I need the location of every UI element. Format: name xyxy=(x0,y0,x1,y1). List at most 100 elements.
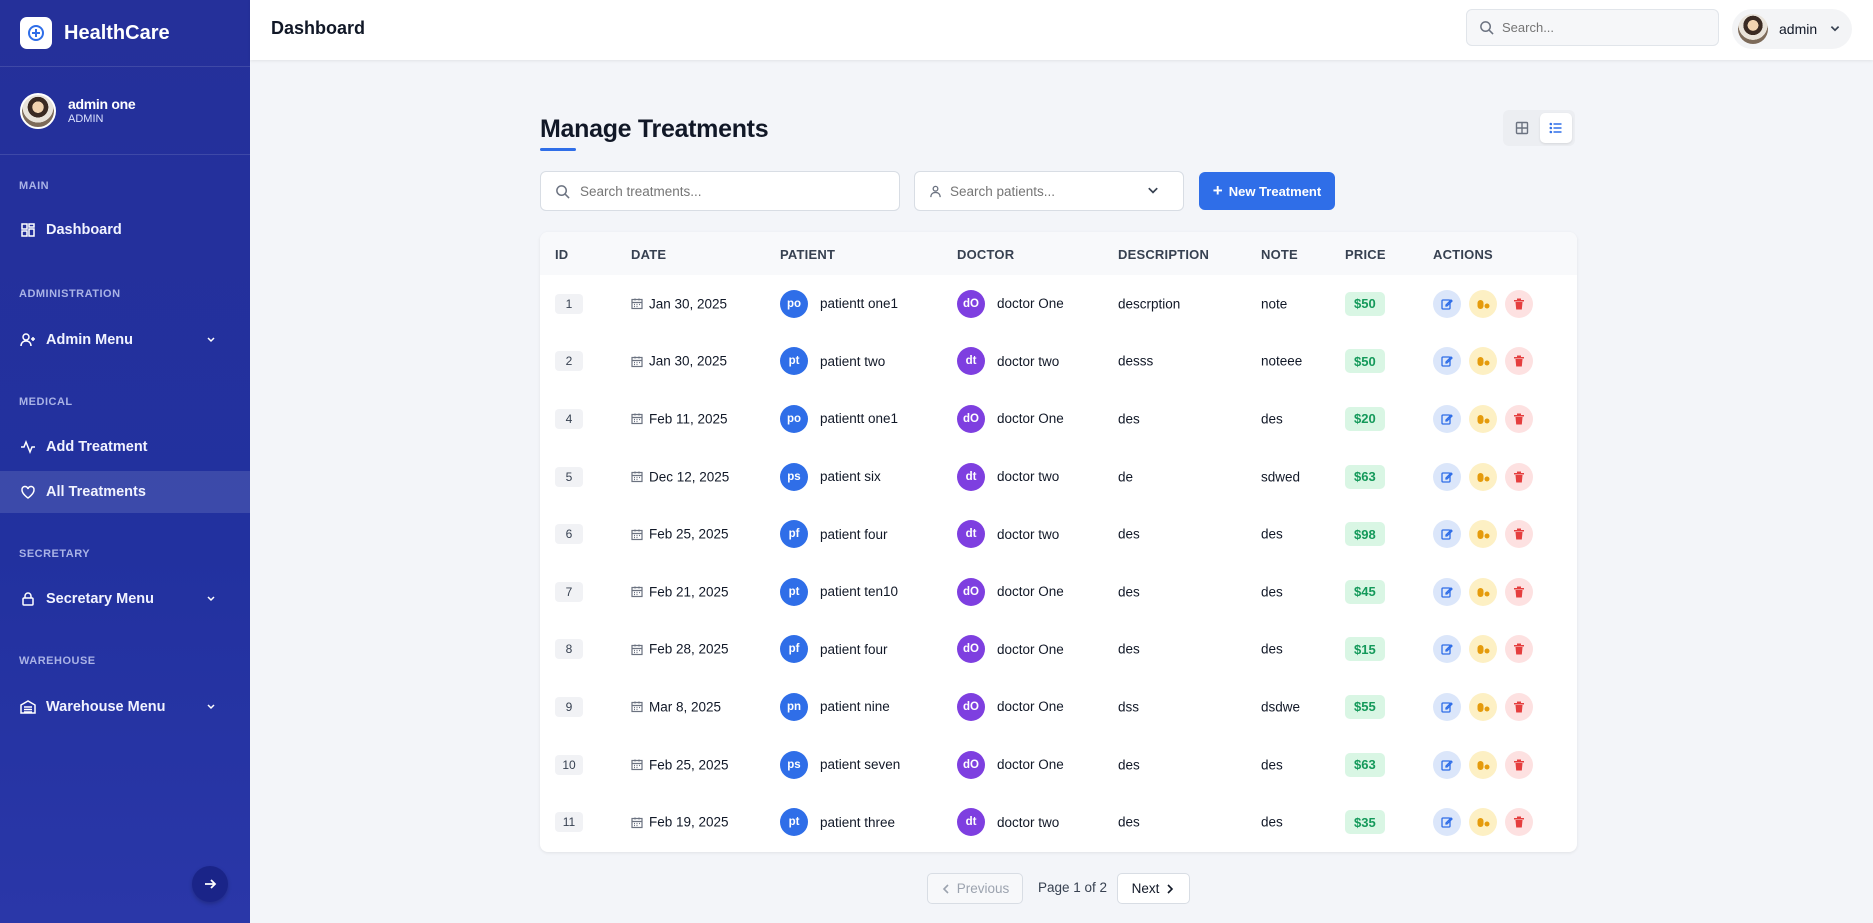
brand[interactable]: HealthCare xyxy=(0,0,250,67)
sidebar-item-admin-menu[interactable]: Admin Menu xyxy=(0,319,250,361)
patient-search-select[interactable] xyxy=(914,171,1184,211)
edit-button[interactable] xyxy=(1433,577,1461,606)
table-row: 6 Feb 25, 2025 pf patient four dt doctor two d… xyxy=(540,505,1577,563)
treatment-id: 9 xyxy=(555,696,583,717)
sidebar-item-secretary-menu[interactable]: Secretary Menu xyxy=(0,578,250,620)
treatment-description: des xyxy=(1118,814,1140,830)
treatment-note: note xyxy=(1261,296,1288,312)
patient-name: patient six xyxy=(820,469,881,485)
next-page-button[interactable]: Next xyxy=(1117,873,1190,904)
chevron-down-icon xyxy=(1148,187,1158,194)
previous-page-button[interactable]: Previous xyxy=(927,873,1023,904)
table-header: ID DATE PATIENT DOCTOR DESCRIPTION NOTE … xyxy=(540,232,1577,275)
warehouse-icon xyxy=(20,700,36,714)
delete-button[interactable] xyxy=(1505,289,1533,318)
medications-button[interactable] xyxy=(1469,808,1497,837)
user-name: admin one xyxy=(68,96,136,112)
edit-icon xyxy=(1441,471,1453,483)
treatment-description: des xyxy=(1118,411,1140,427)
edit-icon xyxy=(1441,702,1453,713)
list-view-button[interactable] xyxy=(1540,113,1572,143)
user-icon xyxy=(930,185,941,197)
sidebar-item-warehouse-menu[interactable]: Warehouse Menu xyxy=(0,686,250,728)
avatar xyxy=(20,92,56,129)
patient-search-input[interactable] xyxy=(950,183,1140,199)
delete-button[interactable] xyxy=(1505,692,1533,721)
medications-button[interactable] xyxy=(1469,404,1497,433)
medications-button[interactable] xyxy=(1469,635,1497,664)
calendar-icon xyxy=(631,471,643,483)
edit-button[interactable] xyxy=(1433,347,1461,376)
delete-button[interactable] xyxy=(1505,577,1533,606)
calendar-icon xyxy=(631,529,643,540)
collapse-sidebar-button[interactable] xyxy=(192,866,228,902)
patient-name: patient two xyxy=(820,353,886,369)
doctor-avatar: dt xyxy=(957,462,985,491)
delete-button[interactable] xyxy=(1505,462,1533,491)
sidebar-item-label: Admin Menu xyxy=(46,332,133,348)
user-menu[interactable]: admin xyxy=(1732,9,1852,49)
title-underline xyxy=(540,148,576,151)
delete-button[interactable] xyxy=(1505,808,1533,837)
previous-page-label: Previous xyxy=(956,881,1010,896)
pills-icon xyxy=(1477,645,1489,655)
global-search[interactable] xyxy=(1466,9,1719,46)
edit-button[interactable] xyxy=(1433,462,1461,491)
avatar xyxy=(1738,14,1768,44)
medications-button[interactable] xyxy=(1469,462,1497,491)
delete-button[interactable] xyxy=(1505,520,1533,549)
delete-button[interactable] xyxy=(1505,750,1533,779)
edit-button[interactable] xyxy=(1433,808,1461,837)
treatment-search[interactable] xyxy=(540,171,900,211)
edit-button[interactable] xyxy=(1433,520,1461,549)
patient-avatar: ps xyxy=(780,462,808,491)
edit-button[interactable] xyxy=(1433,404,1461,433)
global-search-input[interactable] xyxy=(1502,20,1702,35)
edit-button[interactable] xyxy=(1433,635,1461,664)
sidebar-item-label: Add Treatment xyxy=(46,439,148,455)
user-profile[interactable]: admin one ADMIN xyxy=(0,67,250,155)
doctor-avatar: dO xyxy=(957,750,985,779)
trash-icon xyxy=(1514,528,1524,540)
sidebar-item-all-treatments[interactable]: All Treatments xyxy=(0,471,250,513)
doctor-name: doctor One xyxy=(997,411,1064,427)
sidebar-item-dashboard[interactable]: Dashboard xyxy=(0,209,250,251)
medications-button[interactable] xyxy=(1469,692,1497,721)
edit-button[interactable] xyxy=(1433,692,1461,721)
patient-name: patient nine xyxy=(820,699,890,715)
medications-button[interactable] xyxy=(1469,347,1497,376)
price-badge: $45 xyxy=(1345,579,1385,604)
pills-icon xyxy=(1477,414,1489,424)
grid-icon xyxy=(21,223,35,237)
pills-icon xyxy=(1477,760,1489,770)
treatment-id: 1 xyxy=(555,293,583,314)
price-badge: $63 xyxy=(1345,752,1385,777)
trash-icon xyxy=(1514,355,1524,367)
patient-name: patient ten10 xyxy=(820,584,899,600)
page-info: Page 1 of 2 xyxy=(1038,880,1108,895)
new-treatment-button[interactable]: + New Treatment xyxy=(1199,172,1335,210)
table-row: 9 Mar 8, 2025 pn patient nine dO doctor One ds… xyxy=(540,678,1577,736)
trash-icon xyxy=(1514,643,1524,655)
table-row: 11 Feb 19, 2025 pt patient three dt doctor tw… xyxy=(540,793,1577,851)
medications-button[interactable] xyxy=(1469,520,1497,549)
edit-button[interactable] xyxy=(1433,750,1461,779)
trash-icon xyxy=(1514,586,1524,598)
grid-view-button[interactable] xyxy=(1506,113,1538,143)
edit-icon xyxy=(1441,356,1453,368)
medications-button[interactable] xyxy=(1469,577,1497,606)
doctor-name: doctor One xyxy=(997,584,1064,600)
price-badge: $50 xyxy=(1345,349,1385,374)
treatment-date: Jan 30, 2025 xyxy=(649,353,728,369)
edit-button[interactable] xyxy=(1433,289,1461,318)
delete-button[interactable] xyxy=(1505,404,1533,433)
delete-button[interactable] xyxy=(1505,635,1533,664)
medications-button[interactable] xyxy=(1469,289,1497,318)
treatments-table: ID DATE PATIENT DOCTOR DESCRIPTION NOTE … xyxy=(540,232,1577,852)
calendar-icon xyxy=(631,817,643,828)
sidebar-item-add-treatment[interactable]: Add Treatment xyxy=(0,426,250,468)
medications-button[interactable] xyxy=(1469,750,1497,779)
delete-button[interactable] xyxy=(1505,347,1533,376)
trash-icon xyxy=(1514,413,1524,425)
treatment-search-input[interactable] xyxy=(580,183,880,199)
